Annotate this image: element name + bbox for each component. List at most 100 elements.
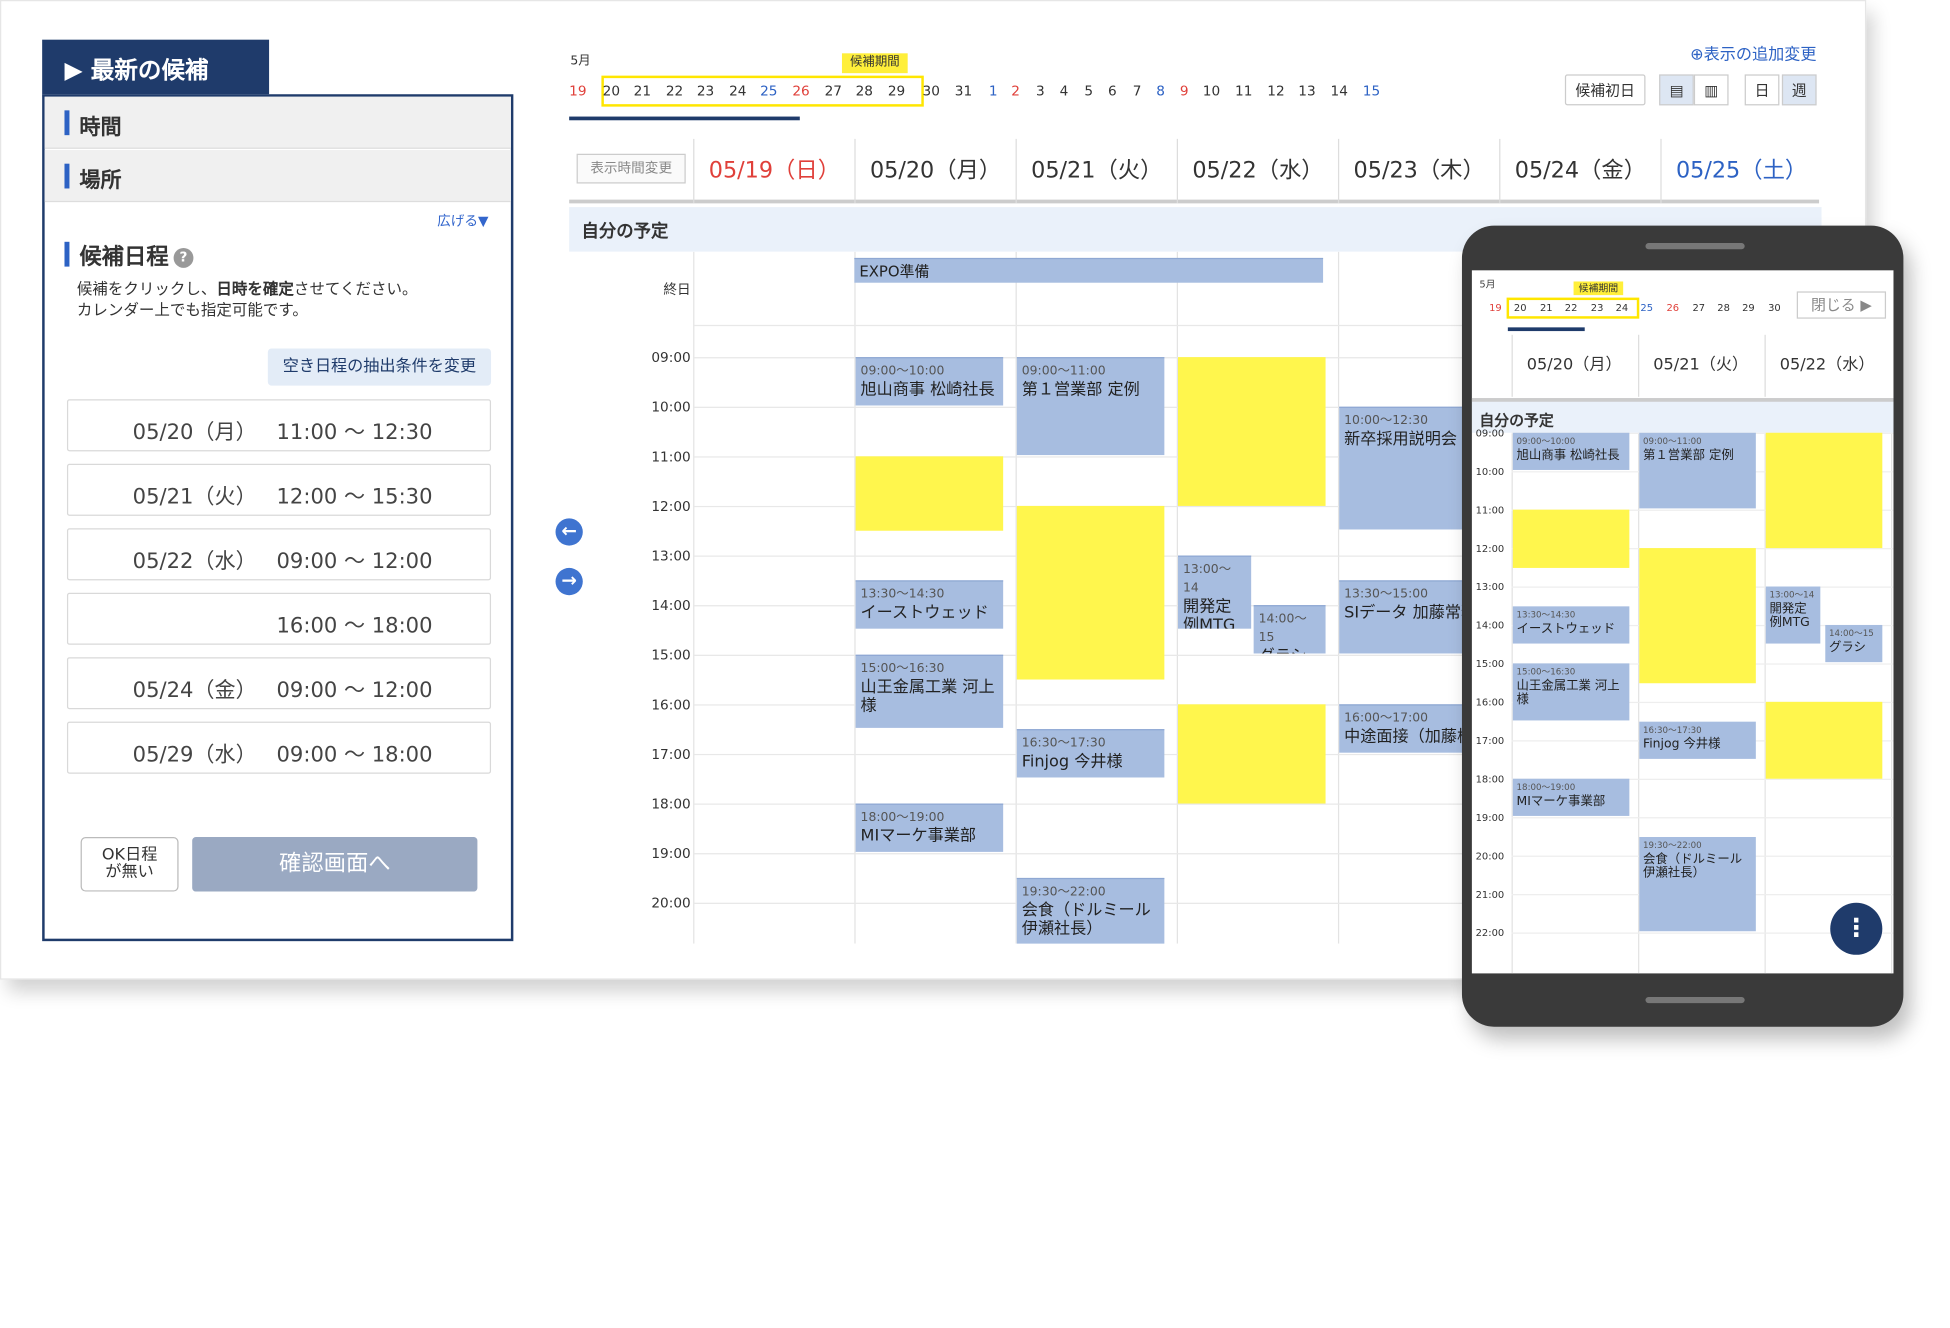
phone-event[interactable]: 15:00〜16:30 山王金属工業 河上様 [1512, 663, 1630, 720]
strip-day[interactable]: 30 [916, 83, 946, 99]
phone-event[interactable]: 19:30〜22:00 会食（ドルミール伊瀬社長） [1639, 836, 1756, 932]
first-day-button[interactable]: 候補初日 [1564, 74, 1646, 106]
phone-strip-day[interactable]: 28 [1715, 303, 1732, 314]
phone-strip-day[interactable]: 23 [1588, 303, 1605, 314]
week-view-button[interactable]: 週 [1781, 74, 1817, 106]
candidate-block[interactable] [1016, 505, 1165, 680]
calendar-event[interactable]: 19:30〜22:00 会食（ドルミール伊瀬社長） [1016, 877, 1165, 944]
candidate-block[interactable] [1178, 357, 1326, 506]
phone-strip-day[interactable]: 30 [1766, 303, 1783, 314]
phone-strip-day[interactable]: 27 [1690, 303, 1707, 314]
candidate-slot[interactable]: 16:00 〜 18:00 [66, 592, 492, 645]
strip-day[interactable]: 21 [627, 83, 657, 99]
candidate-block[interactable] [855, 456, 1004, 531]
phone-strip-day[interactable]: 29 [1740, 303, 1757, 314]
phone-event-time: 18:00〜19:00 [1516, 782, 1576, 793]
day-header[interactable]: 05/21（火） [1015, 138, 1177, 204]
strip-day[interactable]: 13 [1292, 83, 1322, 99]
strip-day[interactable]: 29 [882, 83, 912, 99]
phone-event[interactable]: 16:30〜17:30 Finjog 今井様 [1639, 721, 1756, 759]
expand-link[interactable]: 広げる▼ [437, 211, 488, 231]
phone-event[interactable]: 13:30〜14:30 イーストウェッド [1512, 605, 1630, 643]
calendar-event[interactable]: 16:30〜17:30 Finjog 今井様 [1016, 729, 1165, 778]
strip-day[interactable]: 10 [1197, 83, 1227, 99]
phone-strip-day[interactable]: 22 [1562, 303, 1579, 314]
calendar-event[interactable]: 13:30〜14:30 イーストウェッド [855, 580, 1004, 629]
candidate-slot[interactable]: 05/21（火） 12:00 〜 15:30 [66, 463, 492, 516]
list-view-icon[interactable]: ▤ [1659, 74, 1694, 106]
phone-event[interactable]: 09:00〜10:00 旭山商事 松崎社長 [1512, 432, 1630, 470]
phone-strip-day[interactable]: 25 [1638, 303, 1655, 314]
calendar-event[interactable]: 09:00〜10:00 旭山商事 松崎社長 [855, 357, 1004, 406]
strip-day[interactable]: 19 [563, 83, 593, 99]
calendar-event[interactable]: 14:00〜15 グラシ [1253, 605, 1326, 654]
phone-strip-day[interactable]: 19 [1487, 303, 1504, 314]
phone-candidate-block[interactable] [1765, 432, 1883, 549]
phone-day-header[interactable]: 05/21（火） [1638, 334, 1762, 397]
confirm-button[interactable]: 確認画面へ [192, 837, 478, 892]
calendar-event[interactable]: 18:00〜19:00 MIマーケ事業部 [855, 803, 1004, 852]
help-icon[interactable]: ? [173, 248, 194, 268]
split-view-icon[interactable]: ▥ [1693, 74, 1729, 106]
strip-day[interactable]: 15 [1357, 83, 1387, 99]
phone-event[interactable]: 09:00〜11:00 第１営業部 定例 [1639, 432, 1756, 509]
phone-calendar-grid[interactable]: 09:00 10:00 11:00 12:00 13:00 14:00 15:00 16:00… [1472, 428, 1894, 974]
strip-day[interactable]: 20 [596, 83, 626, 99]
phone-candidate-block[interactable] [1639, 548, 1756, 683]
strip-day[interactable]: 24 [723, 83, 753, 99]
hour-label: 13:00 [651, 548, 691, 565]
strip-day[interactable]: 31 [949, 83, 979, 99]
phone-close-button[interactable]: 閉じる ▶ [1796, 291, 1887, 319]
strip-day[interactable]: 27 [818, 83, 848, 99]
calendar-event[interactable]: 15:00〜16:30 山王金属工業 河上様 [855, 654, 1004, 728]
phone-candidate-block[interactable] [1765, 701, 1883, 779]
phone-event[interactable]: 14:00〜15 グラシ [1825, 624, 1883, 663]
candidate-slot[interactable]: 05/24（金） 09:00 〜 12:00 [66, 657, 492, 710]
strip-day[interactable]: 23 [691, 83, 721, 99]
phone-strip-day[interactable]: 24 [1613, 303, 1630, 314]
strip-day[interactable]: 25 [754, 83, 784, 99]
strip-day[interactable]: 26 [786, 83, 816, 99]
day-header[interactable]: 05/22（水） [1176, 138, 1338, 204]
phone-event-title: 山王金属工業 河上様 [1516, 679, 1620, 707]
phone-candidate-block[interactable] [1512, 509, 1630, 568]
strip-day[interactable]: 28 [849, 83, 879, 99]
show-time-button[interactable]: 表示時間変更 [576, 153, 686, 184]
strip-day[interactable]: 11 [1229, 83, 1259, 99]
strip-day[interactable]: 9 [1169, 83, 1199, 99]
strip-day[interactable]: 12 [1261, 83, 1291, 99]
phone-week-indicator [1507, 327, 1585, 332]
phone-day-header[interactable]: 05/20（月） [1511, 334, 1636, 397]
phone-day-header[interactable]: 05/22（水） [1764, 334, 1889, 397]
more-menu-icon[interactable]: ⋮ [1830, 902, 1883, 955]
calendar-event[interactable]: 13:00〜14 開発定例MTG [1178, 555, 1252, 629]
phone-strip-day[interactable]: 26 [1664, 303, 1681, 314]
next-week-icon[interactable]: → [555, 567, 583, 596]
day-header[interactable]: 05/19（日） [693, 138, 854, 204]
phone-hour-label: 14:00 [1475, 620, 1505, 632]
day-view-button[interactable]: 日 [1744, 74, 1780, 106]
candidate-slot[interactable]: 05/22（水） 09:00 〜 12:00 [66, 528, 492, 581]
day-header[interactable]: 05/25（土） [1660, 138, 1821, 204]
phone-event[interactable]: 13:00〜14 開発定例MTG [1765, 586, 1821, 643]
strip-day[interactable]: 22 [660, 83, 690, 99]
hour-label: 10:00 [651, 399, 691, 416]
calendar-event[interactable]: 09:00〜11:00 第１営業部 定例 [1016, 357, 1165, 456]
prev-week-icon[interactable]: ← [555, 518, 583, 546]
allday-event[interactable]: EXPO準備 [854, 257, 1324, 283]
place-row[interactable]: 場所 [44, 150, 511, 203]
phone-strip-day[interactable]: 21 [1538, 303, 1555, 314]
day-header[interactable]: 05/20（月） [854, 138, 1015, 204]
candidate-block[interactable] [1178, 704, 1326, 804]
strip-day[interactable]: 14 [1324, 83, 1354, 99]
no-ok-date-button[interactable]: OK日程 が無い [80, 837, 179, 892]
candidate-slot[interactable]: 05/29（水） 09:00 〜 18:00 [66, 721, 492, 774]
phone-strip-day[interactable]: 20 [1512, 303, 1529, 314]
time-row[interactable]: 時間 [44, 96, 511, 149]
add-change-link[interactable]: ⊕表示の追加変更 [1690, 41, 1816, 65]
candidate-slot[interactable]: 05/20（月） 11:00 〜 12:30 [66, 399, 492, 452]
day-header[interactable]: 05/24（金） [1499, 138, 1660, 204]
phone-event[interactable]: 18:00〜19:00 MIマーケ事業部 [1512, 778, 1630, 816]
change-condition-button[interactable]: 空き日程の抽出条件を変更 [267, 348, 492, 386]
day-header[interactable]: 05/23（木） [1337, 138, 1499, 204]
